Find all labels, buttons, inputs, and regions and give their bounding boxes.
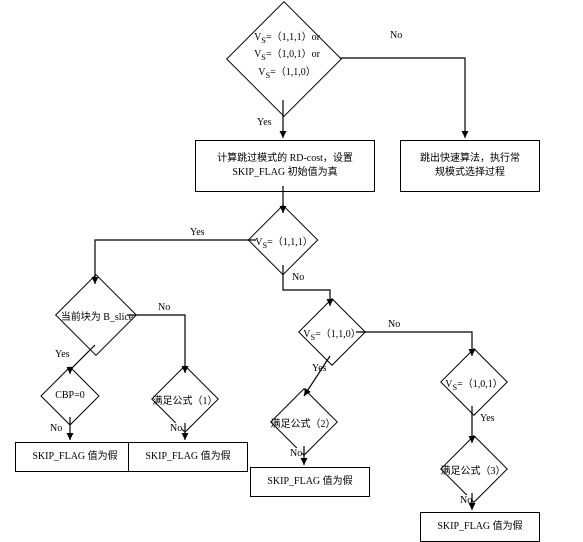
lbl-d2-yes: Yes — [190, 227, 205, 238]
process-compute-rdcost: 计算跳过模式的 RD-cost，设置 SKIP_FLAG 初始值为真 — [195, 140, 375, 192]
d1-l1: VS=（1,1,1）or — [254, 32, 320, 43]
lbl-d8-yes: Yes — [480, 413, 495, 424]
lbl-d3-no: No — [158, 302, 170, 313]
result-skipflag-false-1: SKIP_FLAG 值为假 — [15, 442, 135, 472]
d8-text: VS=（1,0,1） — [435, 375, 513, 392]
d6-text: VS=（1,1,0） — [293, 325, 371, 342]
lbl-d5-no: No — [170, 423, 182, 434]
d1-l2: VS=（1,0,1）or — [254, 49, 320, 60]
lbl-d4-no: No — [50, 423, 62, 434]
process-fallback: 跳出快速算法，执行常 规模式选择过程 — [400, 140, 540, 192]
lbl-d7-no: No — [290, 448, 302, 459]
r2-l1: 跳出快速算法，执行常 — [420, 152, 520, 166]
r4-text: SKIP_FLAG 值为假 — [145, 450, 230, 464]
d9-text: 满足公式（3） — [433, 462, 513, 477]
d5-text: 满足公式（1） — [145, 392, 225, 407]
r1-l2: SKIP_FLAG 初始值为真 — [232, 166, 337, 180]
lbl-d3-yes: Yes — [55, 349, 70, 360]
r3-text: SKIP_FLAG 值为假 — [32, 450, 117, 464]
d1-text: VS=（1,1,1）or VS=（1,0,1）or VS=（1,1,0） — [227, 30, 347, 82]
lbl-d1-yes: Yes — [257, 117, 272, 128]
d2-text: VS=（1,1,1） — [247, 233, 321, 250]
result-skipflag-false-2: SKIP_FLAG 值为假 — [128, 442, 248, 472]
lbl-d1-no: No — [390, 30, 402, 41]
r2-l2: 规模式选择过程 — [435, 166, 505, 180]
d7-text: 满足公式（2） — [263, 415, 343, 430]
lbl-d6-yes: Yes — [312, 363, 327, 374]
lbl-d2-no: No — [292, 272, 304, 283]
lbl-d6-no: No — [388, 319, 400, 330]
d3-text: 当前块为 B_slice — [52, 308, 142, 323]
r6-text: SKIP_FLAG 值为假 — [437, 520, 522, 534]
lbl-d9-no: No — [460, 495, 472, 506]
r5-text: SKIP_FLAG 值为假 — [267, 475, 352, 489]
d1-l3: VS=（1,1,0） — [258, 67, 316, 78]
result-skipflag-false-3: SKIP_FLAG 值为假 — [250, 467, 370, 497]
d4-text: CBP=0 — [46, 390, 94, 401]
result-skipflag-false-4: SKIP_FLAG 值为假 — [420, 512, 540, 542]
r1-l1: 计算跳过模式的 RD-cost，设置 — [217, 152, 353, 166]
